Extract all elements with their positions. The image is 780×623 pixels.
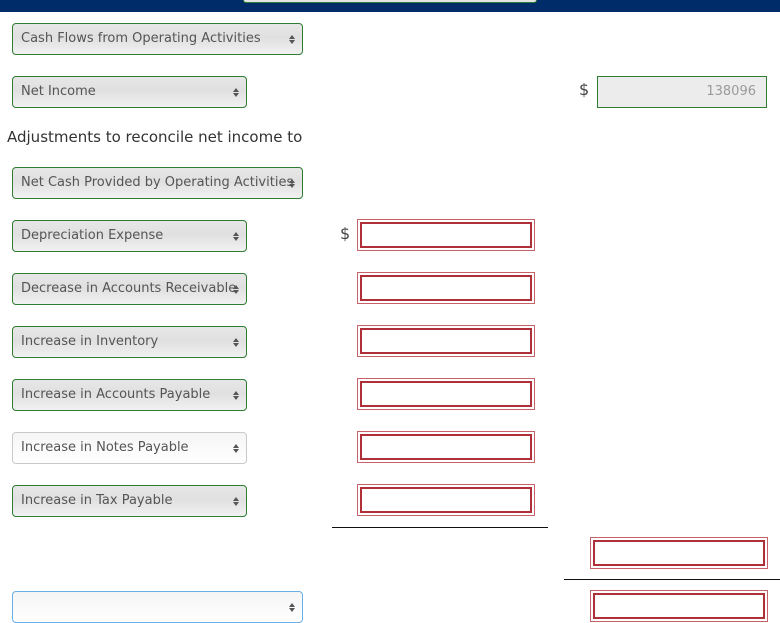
- adjustment-select-accounts-receivable[interactable]: Decrease in Accounts Receivable: [12, 273, 247, 305]
- adjustment-amount-input-frame: [357, 325, 535, 357]
- operating-activities-select-value: Net Cash Provided by Operating Activitie…: [21, 175, 294, 190]
- adjustment-amount-input-accounts-payable[interactable]: [360, 381, 532, 407]
- adjustments-total-input[interactable]: [593, 540, 765, 566]
- select-arrows-icon: [232, 433, 240, 463]
- adjustment-amount-input-frame: [357, 378, 535, 410]
- adjustment-select-value: Increase in Notes Payable: [21, 440, 189, 455]
- adjustment-select-depreciation[interactable]: Depreciation Expense: [12, 220, 247, 252]
- net-income-select[interactable]: Net Income: [12, 76, 247, 108]
- adjustment-currency-symbol: $: [340, 224, 351, 243]
- operating-activities-select[interactable]: Net Cash Provided by Operating Activitie…: [12, 167, 303, 199]
- top-navigation-bar: [0, 0, 780, 12]
- select-arrows-icon: [288, 24, 296, 54]
- bottom-select[interactable]: [12, 591, 303, 623]
- select-arrows-icon: [288, 592, 296, 622]
- adjustment-amount-input-depreciation[interactable]: [360, 222, 532, 248]
- adjustment-amount-input-frame: [357, 431, 535, 463]
- select-arrows-icon: [232, 221, 240, 251]
- select-arrows-icon: [232, 77, 240, 107]
- adjustment-amount-input-frame: [357, 219, 535, 251]
- adjustment-select-inventory[interactable]: Increase in Inventory: [12, 326, 247, 358]
- net-income-select-value: Net Income: [21, 84, 96, 99]
- adjustment-select-value: Decrease in Accounts Receivable: [21, 281, 237, 296]
- adjustment-select-notes-payable[interactable]: Increase in Notes Payable: [12, 432, 247, 464]
- adjustment-amount-input-inventory[interactable]: [360, 328, 532, 354]
- adjustment-select-value: Increase in Tax Payable: [21, 493, 173, 508]
- adjustment-select-value: Increase in Inventory: [21, 334, 159, 349]
- section-heading-select-value: Cash Flows from Operating Activities: [21, 31, 261, 46]
- adjustments-label: Adjustments to reconcile net income to: [7, 128, 303, 146]
- adjustment-amount-input-tax-payable[interactable]: [360, 487, 532, 513]
- net-income-amount-field: 138096: [597, 76, 767, 108]
- section-heading-select[interactable]: Cash Flows from Operating Activities: [12, 23, 303, 55]
- adjustment-select-value: Increase in Accounts Payable: [21, 387, 211, 402]
- select-arrows-icon: [288, 168, 296, 198]
- adjustment-select-accounts-payable[interactable]: Increase in Accounts Payable: [12, 379, 247, 411]
- bottom-amount-input-frame: [590, 590, 768, 622]
- total-amount-input-frame: [590, 537, 768, 569]
- top-partial-select[interactable]: [243, 0, 537, 3]
- adjustment-select-tax-payable[interactable]: Increase in Tax Payable: [12, 485, 247, 517]
- adjustment-amount-input-frame: [357, 272, 535, 304]
- select-arrows-icon: [232, 274, 240, 304]
- total-rule: [564, 579, 780, 580]
- select-arrows-icon: [232, 380, 240, 410]
- adjustment-amount-input-notes-payable[interactable]: [360, 434, 532, 460]
- adjustment-amount-input-frame: [357, 484, 535, 516]
- bottom-total-input[interactable]: [593, 593, 765, 619]
- adjustment-select-value: Depreciation Expense: [21, 228, 164, 243]
- net-income-currency-symbol: $: [579, 80, 590, 99]
- select-arrows-icon: [232, 486, 240, 516]
- select-arrows-icon: [232, 327, 240, 357]
- subtotal-rule: [332, 527, 548, 528]
- adjustment-amount-input-accounts-receivable[interactable]: [360, 275, 532, 301]
